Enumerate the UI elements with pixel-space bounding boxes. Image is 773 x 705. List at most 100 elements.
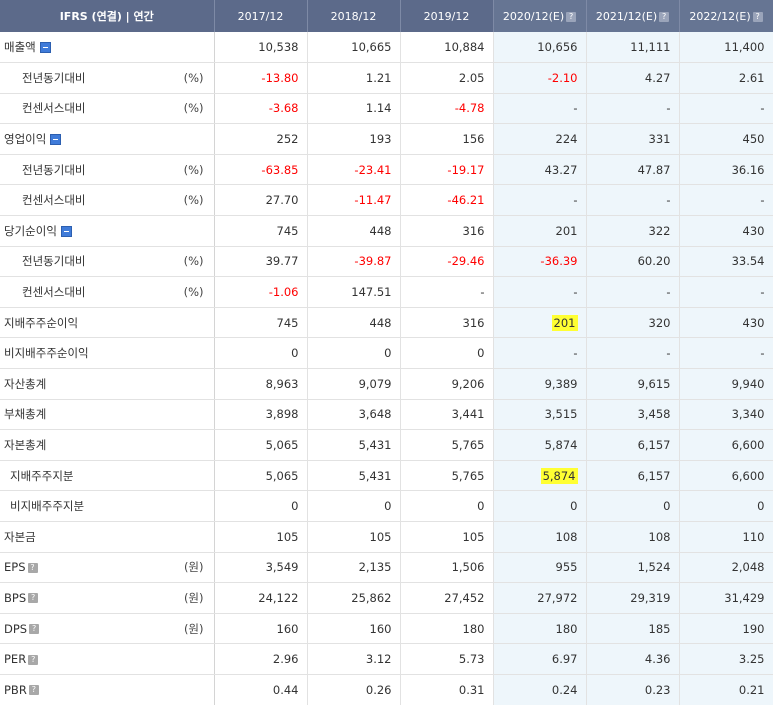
value-cell: 3,441 xyxy=(400,399,494,431)
value-cell: - xyxy=(493,93,587,125)
row-label-cell: 지배주주지분 xyxy=(0,460,215,492)
value-cell: 6,157 xyxy=(586,460,680,492)
help-question-icon[interactable]: ? xyxy=(28,685,39,696)
value-cell: 6,157 xyxy=(586,429,680,461)
value-cell: - xyxy=(586,184,680,217)
value-cell: 2.05 xyxy=(400,62,494,94)
value-cell: 193 xyxy=(307,123,401,155)
cell-value: 3,549 xyxy=(265,560,299,575)
cell-value: -29.46 xyxy=(447,254,485,269)
collapse-minus-icon[interactable] xyxy=(50,134,62,146)
cell-value: 193 xyxy=(369,132,392,147)
row-label-cell: 당기순이익 xyxy=(0,215,215,247)
cell-value: 0 xyxy=(384,346,392,361)
value-cell: - xyxy=(493,276,587,308)
cell-value: -11.47 xyxy=(354,193,392,208)
cell-value: 0.26 xyxy=(365,682,392,697)
cell-value: 180 xyxy=(555,621,578,636)
row-label-cell: 전년동기대비 (%) xyxy=(0,62,215,94)
value-cell: -29.46 xyxy=(400,246,494,278)
value-cell: 448 xyxy=(307,215,401,247)
value-cell: 224 xyxy=(493,123,587,155)
row-label: 매출액 xyxy=(4,40,36,55)
row-label: 자본총계 xyxy=(4,438,47,453)
value-cell: -63.85 xyxy=(214,154,308,186)
row-label-cell: 컨센서스대비 (%) xyxy=(0,184,215,217)
value-cell: 5,765 xyxy=(400,460,494,492)
financial-summary-table: IFRS (연결) | 연간 2017/12 2018/12 2019/12 2020… xyxy=(0,0,773,705)
value-cell: 190 xyxy=(679,613,773,645)
row-label-cell: 자산총계 xyxy=(0,368,215,400)
value-cell: 24,122 xyxy=(214,582,308,614)
cell-value: - xyxy=(573,193,578,208)
row-unit: (%) xyxy=(183,70,204,85)
value-cell: 0 xyxy=(493,490,587,522)
cell-value: 201 xyxy=(551,314,578,331)
help-question-icon[interactable]: ? xyxy=(29,624,40,635)
cell-value: 0.31 xyxy=(458,682,485,697)
value-cell: -13.80 xyxy=(214,62,308,94)
help-question-icon[interactable]: ? xyxy=(752,11,763,22)
cell-value: - xyxy=(666,101,671,116)
value-cell: 9,615 xyxy=(586,368,680,400)
column-header-label: 2017/12 xyxy=(237,9,284,23)
cell-value: 43.27 xyxy=(544,162,578,177)
cell-value: 316 xyxy=(462,315,485,330)
table-row: 컨센서스대비 (%) -3.68 1.14 -4.78 - - - xyxy=(0,93,773,125)
cell-value: 25,862 xyxy=(351,590,392,605)
value-cell: 147.51 xyxy=(307,276,401,308)
value-cell: 156 xyxy=(400,123,494,155)
cell-value: - xyxy=(760,346,765,361)
value-cell: 0 xyxy=(679,490,773,522)
help-question-icon[interactable]: ? xyxy=(27,562,38,573)
cell-value: 3,458 xyxy=(637,407,671,422)
cell-value: 105 xyxy=(462,529,485,544)
row-label-cell: 자본금 xyxy=(0,521,215,553)
value-cell: 10,665 xyxy=(307,32,401,64)
value-cell: 5,431 xyxy=(307,460,401,492)
help-question-icon[interactable]: ? xyxy=(28,593,39,604)
cell-value: 10,884 xyxy=(444,40,485,55)
value-cell: - xyxy=(493,184,587,217)
column-header-3: 2020/12(E)? xyxy=(493,0,587,32)
row-label: 컨센서스대비 xyxy=(22,285,86,300)
value-cell: 5,065 xyxy=(214,429,308,461)
table-body: 매출액 10,538 10,665 10,884 10,656 11,111 11,400 전… xyxy=(0,32,773,705)
value-cell: 4.27 xyxy=(586,62,680,94)
cell-value: 105 xyxy=(369,529,392,544)
value-cell: 0.44 xyxy=(214,674,308,705)
cell-value: 2.05 xyxy=(458,70,485,85)
help-question-icon[interactable]: ? xyxy=(566,11,577,22)
cell-value: 10,656 xyxy=(537,40,578,55)
value-cell: - xyxy=(400,276,494,308)
value-cell: 160 xyxy=(214,613,308,645)
value-cell: 108 xyxy=(586,521,680,553)
collapse-minus-icon[interactable] xyxy=(60,225,72,237)
row-label-cell: DPS? (원) xyxy=(0,613,215,645)
value-cell: 108 xyxy=(493,521,587,553)
cell-value: 0.24 xyxy=(551,682,578,697)
cell-value: 322 xyxy=(648,223,671,238)
cell-value: 5,065 xyxy=(265,438,299,453)
row-label: 비지배주주지분 xyxy=(10,499,85,514)
row-label-cell: 전년동기대비 (%) xyxy=(0,154,215,186)
cell-value: -13.80 xyxy=(261,70,299,85)
cell-value: 955 xyxy=(555,560,578,575)
row-unit: (%) xyxy=(183,101,204,116)
cell-value: 331 xyxy=(648,132,671,147)
cell-value: 36.16 xyxy=(731,162,765,177)
cell-value: 745 xyxy=(276,315,299,330)
cell-value: -2.10 xyxy=(547,70,578,85)
cell-value: 9,206 xyxy=(451,376,485,391)
row-unit: (%) xyxy=(183,254,204,269)
value-cell: -2.10 xyxy=(493,62,587,94)
table-row: 자본금 105 105 105 108 108 110 xyxy=(0,521,773,553)
help-question-icon[interactable]: ? xyxy=(28,654,39,665)
row-label: 컨센서스대비 xyxy=(22,193,86,208)
cell-value: 4.27 xyxy=(644,70,671,85)
help-question-icon[interactable]: ? xyxy=(659,11,670,22)
collapse-minus-icon[interactable] xyxy=(39,42,51,54)
cell-value: 185 xyxy=(648,621,671,636)
value-cell: 745 xyxy=(214,215,308,247)
value-cell: 430 xyxy=(679,215,773,247)
